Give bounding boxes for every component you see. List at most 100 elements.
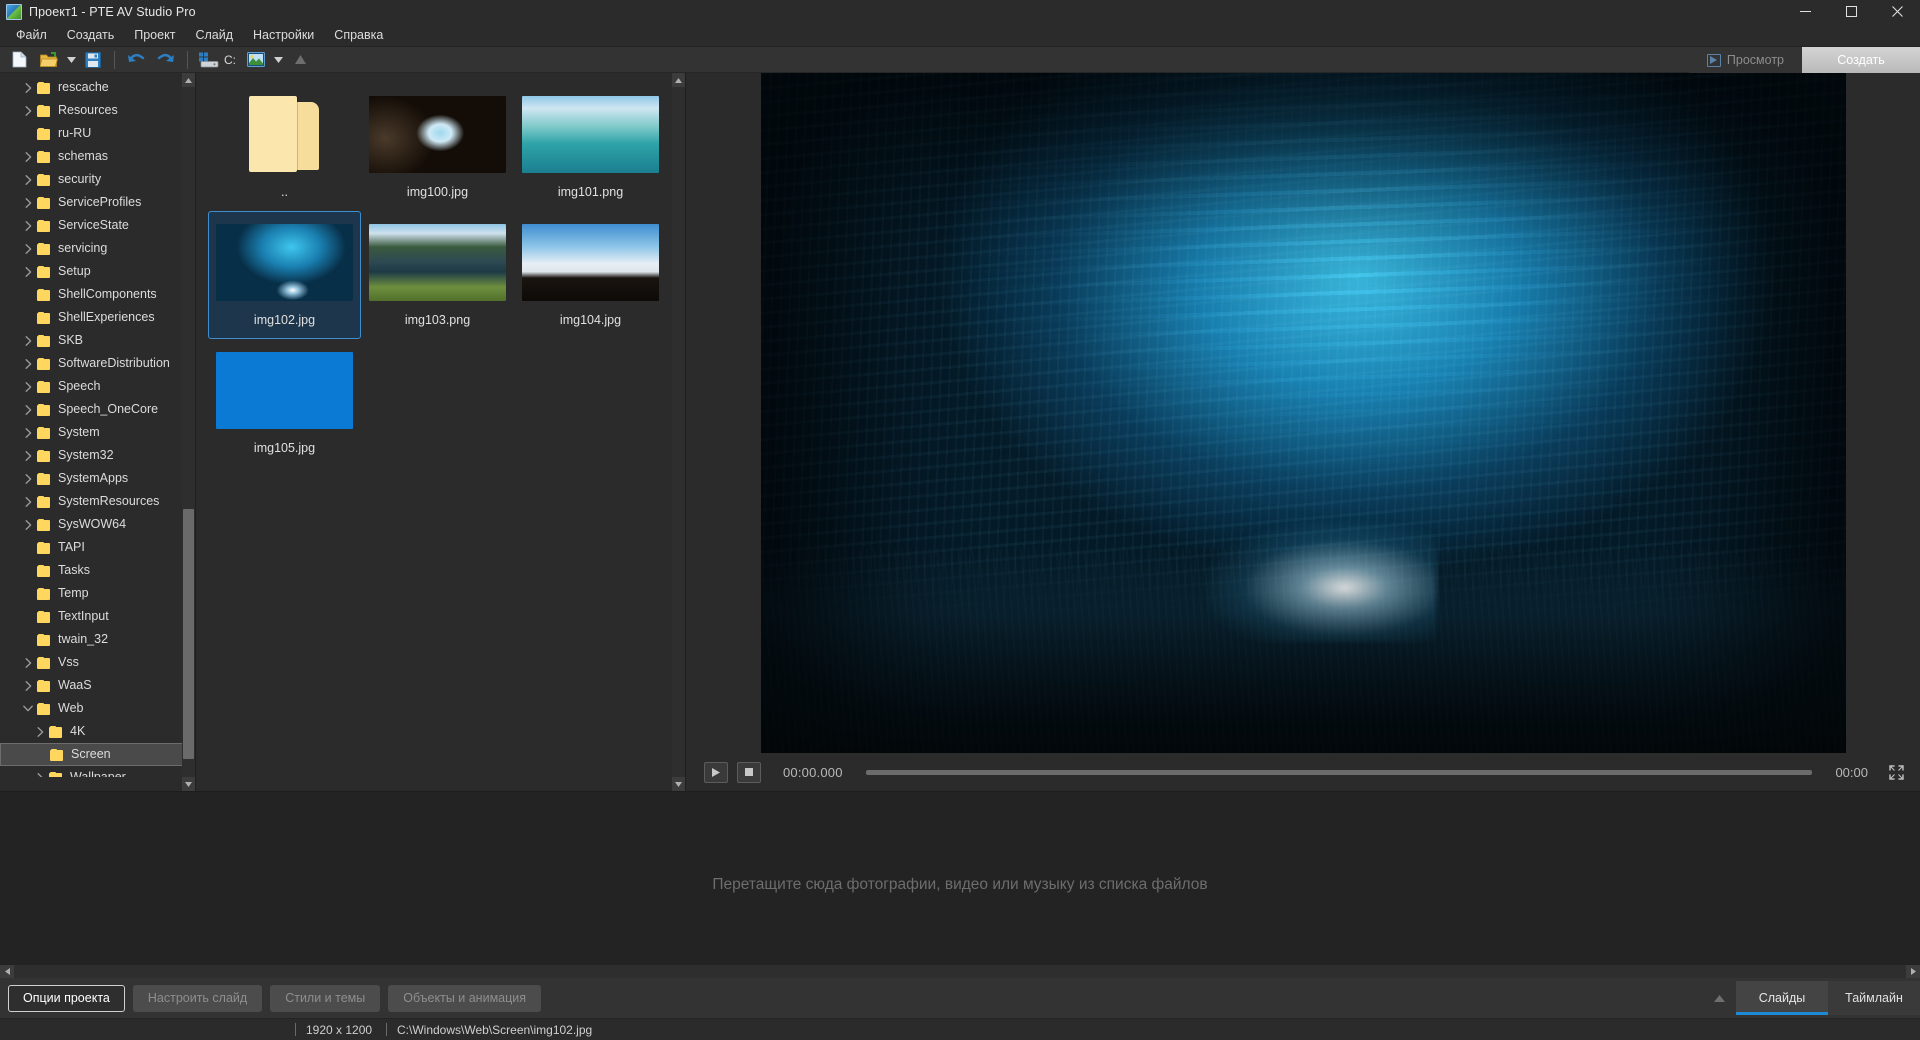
- drive-selector[interactable]: C:: [194, 48, 241, 72]
- file-item[interactable]: img102.jpg: [208, 211, 361, 339]
- tree-scroll-thumb[interactable]: [183, 509, 194, 759]
- tree-vertical-scrollbar[interactable]: [182, 73, 195, 791]
- file-item[interactable]: img101.png: [514, 83, 667, 211]
- tree-item-waas[interactable]: WaaS: [0, 674, 183, 697]
- tree-item-ru-ru[interactable]: ru-RU: [0, 122, 183, 145]
- file-item[interactable]: ..: [208, 83, 361, 211]
- scroll-down-arrow-icon[interactable]: [182, 777, 195, 791]
- triangle-up-icon[interactable]: [1702, 978, 1736, 1018]
- fullscreen-icon[interactable]: [1886, 762, 1906, 782]
- scroll-right-arrow-icon[interactable]: [1906, 965, 1920, 978]
- new-project-icon[interactable]: [5, 48, 33, 72]
- tree-item-tasks[interactable]: Tasks: [0, 559, 183, 582]
- tree-item-twain-32[interactable]: twain_32: [0, 628, 183, 651]
- open-dropdown-caret-icon[interactable]: [64, 48, 78, 72]
- file-item[interactable]: img100.jpg: [361, 83, 514, 211]
- tree-item-serviceprofiles[interactable]: ServiceProfiles: [0, 191, 183, 214]
- chevron-right-icon[interactable]: [20, 402, 36, 418]
- stop-button[interactable]: [737, 762, 761, 783]
- slide-list-area[interactable]: Перетащите сюда фотографии, видео или му…: [0, 791, 1920, 978]
- chevron-right-icon[interactable]: [20, 425, 36, 441]
- chevron-right-icon[interactable]: [20, 448, 36, 464]
- tree-item-speech-onecore[interactable]: Speech_OneCore: [0, 398, 183, 421]
- chevron-right-icon[interactable]: [20, 471, 36, 487]
- chevron-right-icon[interactable]: [20, 264, 36, 280]
- tree-item-schemas[interactable]: schemas: [0, 145, 183, 168]
- tree-item-shellcomponents[interactable]: ShellComponents: [0, 283, 183, 306]
- file-item[interactable]: img103.png: [361, 211, 514, 339]
- chevron-right-icon[interactable]: [20, 379, 36, 395]
- tree-item-softwaredistribution[interactable]: SoftwareDistribution: [0, 352, 183, 375]
- tree-item-servicestate[interactable]: ServiceState: [0, 214, 183, 237]
- objects-and-animation-button[interactable]: Объекты и анимация: [388, 985, 541, 1012]
- tree-item-shellexperiences[interactable]: ShellExperiences: [0, 306, 183, 329]
- chevron-right-icon[interactable]: [20, 218, 36, 234]
- files-scroll-up-arrow-icon[interactable]: [672, 73, 685, 87]
- chevron-right-icon[interactable]: [20, 517, 36, 533]
- chevron-right-icon[interactable]: [20, 655, 36, 671]
- tree-item-4k[interactable]: 4K: [0, 720, 183, 743]
- chevron-right-icon[interactable]: [20, 103, 36, 119]
- tree-item-tapi[interactable]: TAPI: [0, 536, 183, 559]
- tree-item-systemapps[interactable]: SystemApps: [0, 467, 183, 490]
- menu-project[interactable]: Проект: [124, 24, 185, 46]
- chevron-right-icon[interactable]: [20, 678, 36, 694]
- open-project-icon[interactable]: [35, 48, 63, 72]
- tree-item-web[interactable]: Web: [0, 697, 183, 720]
- tree-item-wallpaper[interactable]: Wallpaper: [0, 766, 183, 777]
- tree-item-servicing[interactable]: servicing: [0, 237, 183, 260]
- styles-and-themes-button[interactable]: Стили и темы: [270, 985, 380, 1012]
- tree-item-screen[interactable]: Screen: [0, 743, 183, 766]
- chevron-down-icon[interactable]: [20, 701, 36, 717]
- chevron-right-icon[interactable]: [20, 172, 36, 188]
- chevron-down-icon[interactable]: [271, 48, 285, 72]
- tree-item-textinput[interactable]: TextInput: [0, 605, 183, 628]
- customize-slide-button[interactable]: Настроить слайд: [133, 985, 262, 1012]
- files-scroll-down-arrow-icon[interactable]: [672, 777, 685, 791]
- project-options-button[interactable]: Опции проекта: [8, 985, 125, 1012]
- tree-item-syswow64[interactable]: SysWOW64: [0, 513, 183, 536]
- tree-item-vss[interactable]: Vss: [0, 651, 183, 674]
- preview-button[interactable]: Просмотр: [1689, 47, 1802, 73]
- play-button[interactable]: [704, 762, 728, 783]
- folder-tree-list[interactable]: rescacheResourcesru-RUschemassecuritySer…: [0, 73, 183, 777]
- create-button[interactable]: Создать: [1802, 47, 1920, 73]
- save-project-icon[interactable]: [79, 48, 107, 72]
- file-thumbnail-grid[interactable]: ..img100.jpgimg101.png img102.jpgimg103.p…: [196, 73, 670, 467]
- chevron-right-icon[interactable]: [20, 494, 36, 510]
- tree-item-skb[interactable]: SKB: [0, 329, 183, 352]
- tree-item-system32[interactable]: System32: [0, 444, 183, 467]
- playback-slider[interactable]: [866, 770, 1813, 775]
- menu-create[interactable]: Создать: [57, 24, 125, 46]
- undo-icon[interactable]: [122, 48, 150, 72]
- tree-item-security[interactable]: security: [0, 168, 183, 191]
- chevron-right-icon[interactable]: [20, 333, 36, 349]
- tree-item-speech[interactable]: Speech: [0, 375, 183, 398]
- thumbnail-view-icon[interactable]: [242, 48, 270, 72]
- file-item[interactable]: img104.jpg: [514, 211, 667, 339]
- file-item[interactable]: img105.jpg: [208, 339, 361, 467]
- minimize-button[interactable]: [1782, 0, 1828, 23]
- tree-item-temp[interactable]: Temp: [0, 582, 183, 605]
- menu-settings[interactable]: Настройки: [243, 24, 324, 46]
- scroll-up-arrow-icon[interactable]: [182, 73, 195, 87]
- chevron-right-icon[interactable]: [20, 241, 36, 257]
- chevron-right-icon[interactable]: [20, 356, 36, 372]
- scroll-left-arrow-icon[interactable]: [0, 965, 14, 978]
- menu-slide[interactable]: Слайд: [185, 24, 243, 46]
- tree-item-system[interactable]: System: [0, 421, 183, 444]
- close-button[interactable]: [1874, 0, 1920, 23]
- tree-item-resources[interactable]: Resources: [0, 99, 183, 122]
- tree-item-systemresources[interactable]: SystemResources: [0, 490, 183, 513]
- tab-slides[interactable]: Слайды: [1736, 981, 1828, 1015]
- chevron-right-icon[interactable]: [20, 195, 36, 211]
- menu-help[interactable]: Справка: [324, 24, 393, 46]
- chevron-right-icon[interactable]: [32, 724, 48, 740]
- files-vertical-scrollbar[interactable]: [672, 73, 685, 791]
- menu-file[interactable]: Файл: [6, 24, 57, 46]
- maximize-button[interactable]: [1828, 0, 1874, 23]
- chevron-right-icon[interactable]: [20, 149, 36, 165]
- tab-timeline[interactable]: Таймлайн: [1828, 981, 1920, 1015]
- chevron-right-icon[interactable]: [32, 770, 48, 778]
- folder-up-icon[interactable]: [286, 48, 314, 72]
